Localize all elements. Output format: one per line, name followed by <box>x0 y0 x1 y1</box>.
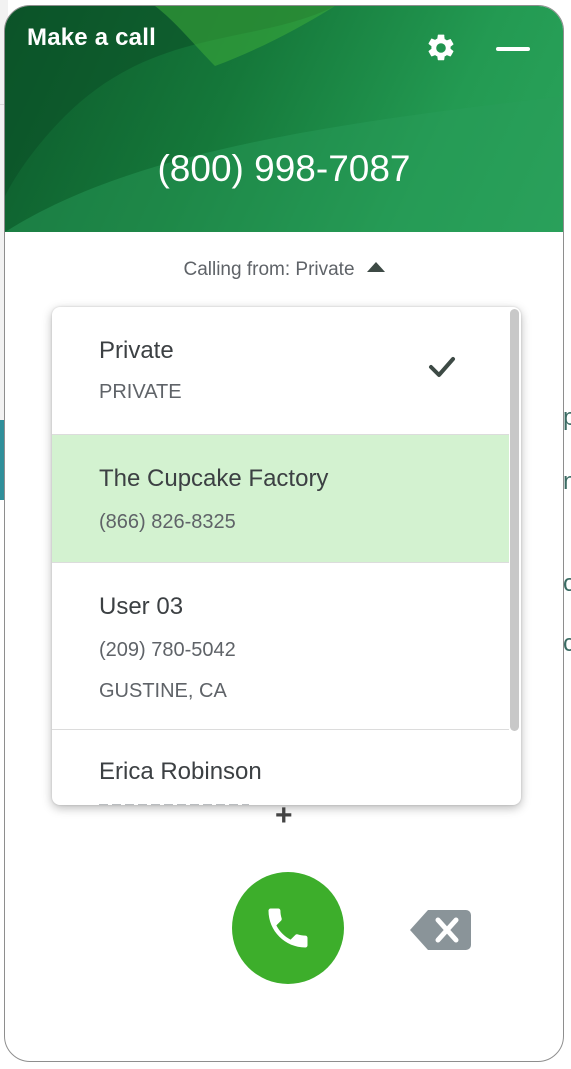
background-text-fragment: n <box>563 468 571 495</box>
calling-from-toggle[interactable]: Calling from: Private <box>5 259 563 281</box>
backspace-button[interactable] <box>408 908 472 952</box>
option-detail-clipped <box>99 802 269 805</box>
option-name: User 03 <box>99 593 184 620</box>
option-name: Erica Robinson <box>99 758 262 785</box>
background-text-fragment: p <box>563 404 571 431</box>
caller-id-option-private[interactable]: Private PRIVATE <box>52 307 509 435</box>
caller-id-option-user-03[interactable]: User 03 (209) 780-5042 GUSTINE, CA <box>52 563 509 730</box>
dropdown-scrollbar[interactable] <box>510 309 519 731</box>
settings-button[interactable] <box>425 32 457 64</box>
calling-from-label: Calling from: Private <box>183 259 355 280</box>
caller-id-option-cupcake-factory[interactable]: The Cupcake Factory (866) 826-8325 <box>52 435 509 563</box>
phone-icon <box>268 908 308 948</box>
gear-icon <box>428 34 454 61</box>
option-detail: PRIVATE <box>99 381 182 403</box>
background-text-fragment: o <box>563 570 571 597</box>
option-location: GUSTINE, CA <box>99 680 227 702</box>
option-name: Private <box>99 337 174 364</box>
caller-id-option-erica-robinson[interactable]: Erica Robinson <box>52 730 509 805</box>
option-detail: (866) 826-8325 <box>99 511 236 533</box>
option-detail: (209) 780-5042 <box>99 639 236 661</box>
caller-id-dropdown: Private PRIVATE The Cupcake Factory (866… <box>52 307 521 805</box>
backspace-icon <box>410 910 471 950</box>
call-header: Make a call (800) 998-7087 <box>5 6 563 232</box>
window-title: Make a call <box>27 24 156 51</box>
minimize-button[interactable] <box>496 34 532 62</box>
caret-up-icon <box>366 262 385 272</box>
background-text-fragment: c <box>563 630 571 657</box>
dialed-number: (800) 998-7087 <box>157 148 411 189</box>
option-name: The Cupcake Factory <box>99 465 329 492</box>
checkmark-icon <box>429 357 455 377</box>
make-call-widget: Make a call (800) 998-7087 Calling from:… <box>4 5 564 1062</box>
plus-icon[interactable]: + <box>275 799 293 833</box>
call-button[interactable] <box>232 872 344 984</box>
